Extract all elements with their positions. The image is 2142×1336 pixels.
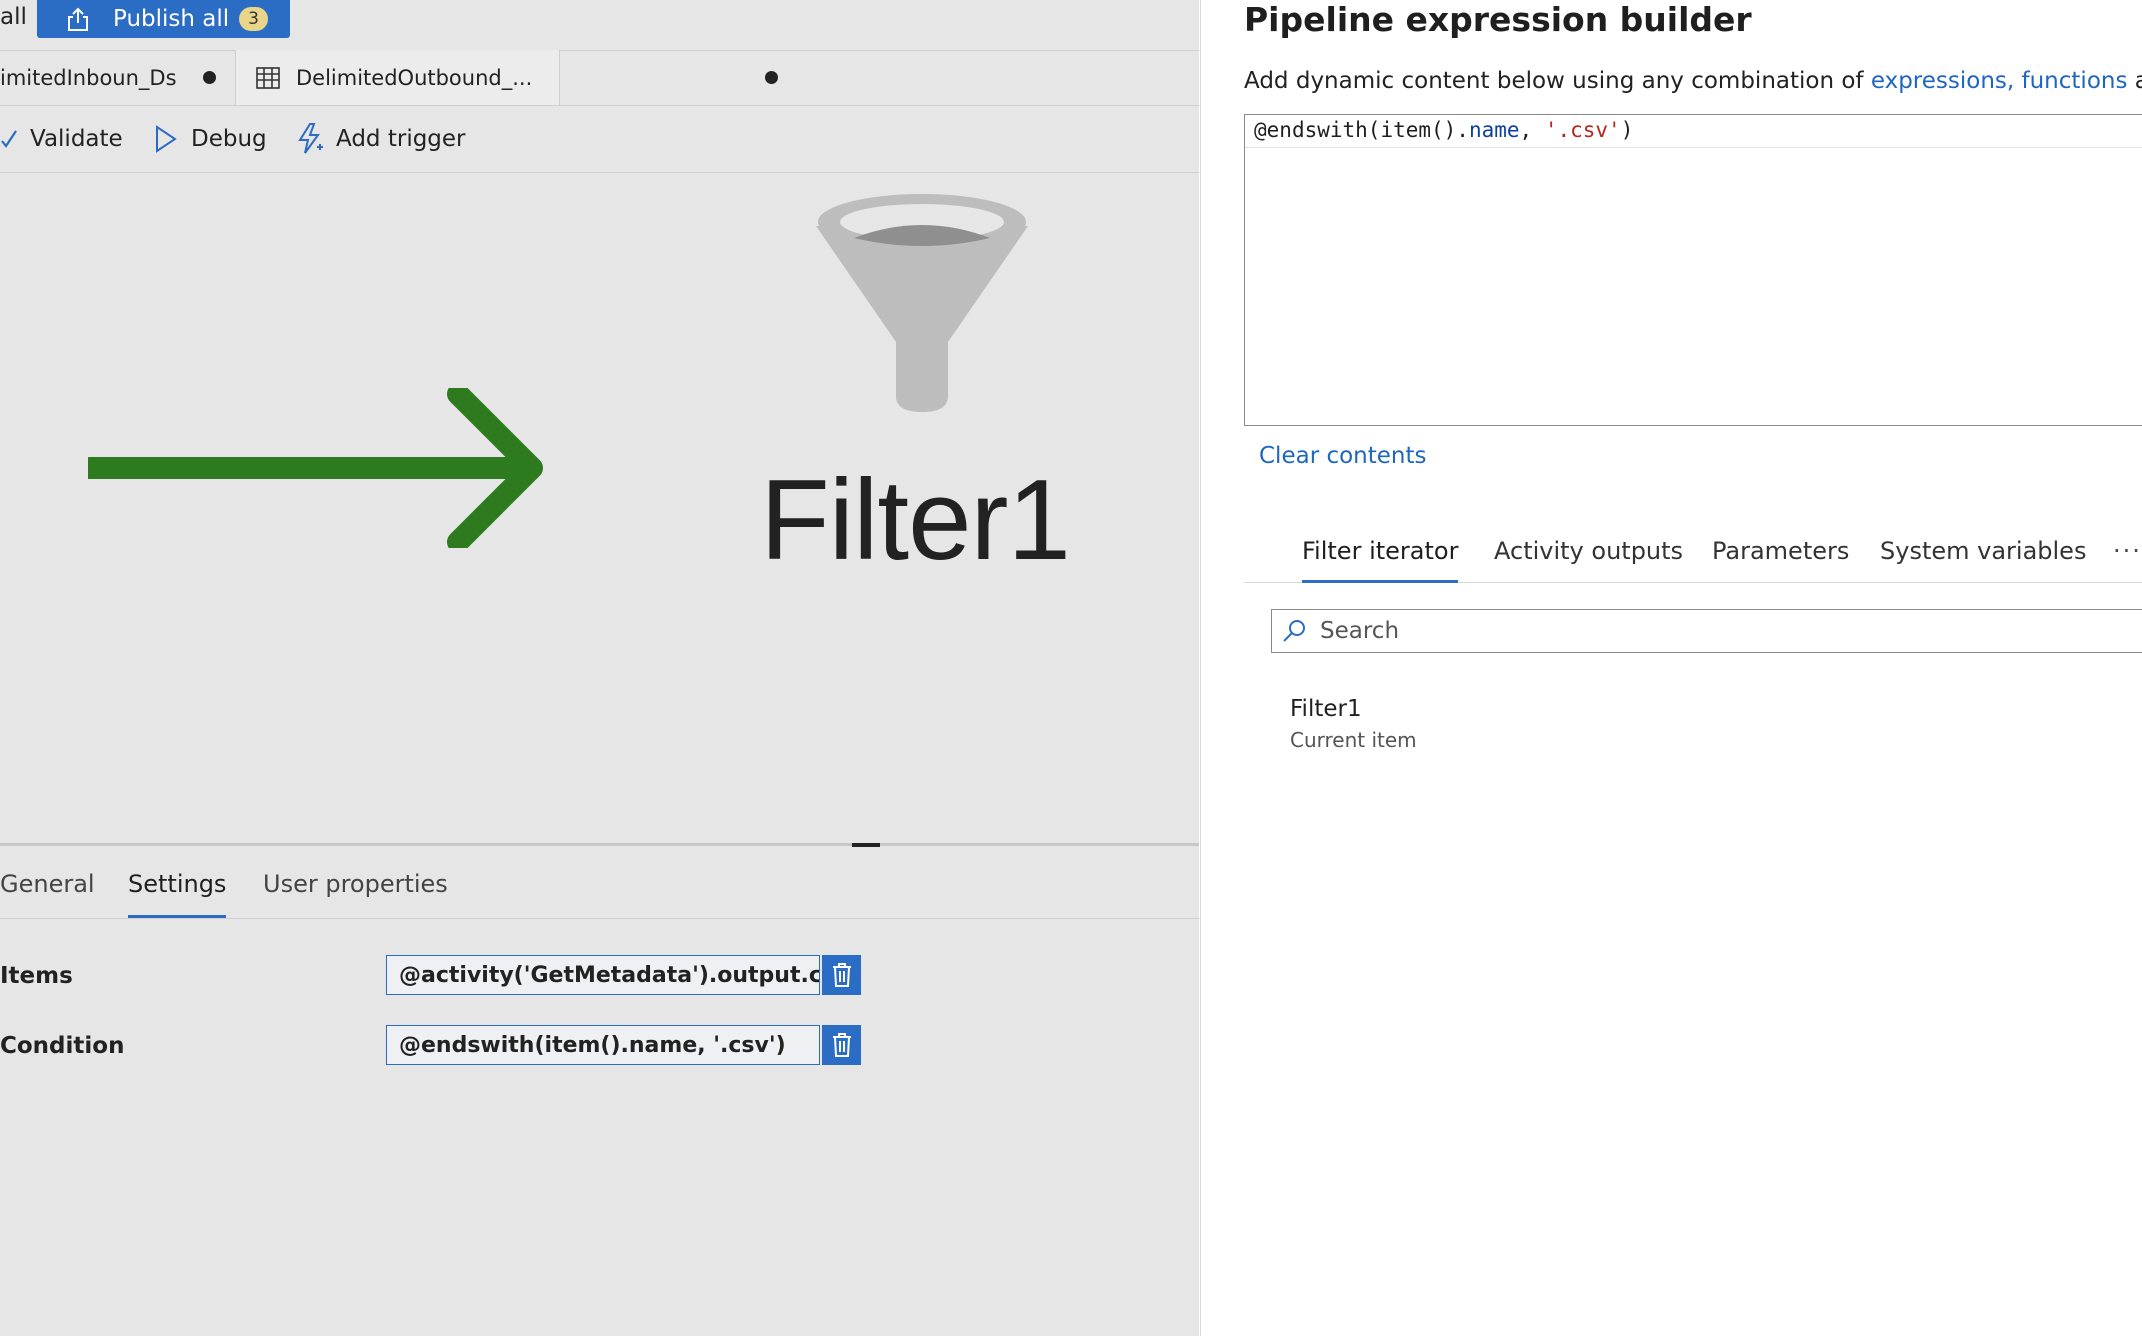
search-box[interactable]	[1271, 609, 2142, 653]
publish-all-button[interactable]: Publish all 3	[37, 0, 290, 38]
top-command-bar: all Publish all 3	[0, 0, 1199, 51]
panel-title: Pipeline expression builder	[1244, 0, 1752, 39]
expression-source-tabs: Filter iterator Activity outputs Paramet…	[1244, 520, 2142, 583]
tab-user-properties[interactable]: User properties	[263, 850, 448, 918]
tab-activity-outputs[interactable]: Activity outputs	[1494, 520, 1683, 582]
tab-label: DelimitedOutbound_...	[296, 65, 533, 90]
description-and: and	[2127, 68, 2142, 94]
validate-button[interactable]: Validate	[0, 106, 123, 172]
pending-changes-badge: 3	[239, 7, 268, 31]
tab-settings[interactable]: Settings	[128, 850, 227, 918]
unsaved-dot-icon	[203, 71, 216, 84]
result-title: Filter1	[1290, 696, 1362, 722]
add-trigger-button[interactable]: Add trigger	[296, 106, 466, 172]
result-subtitle: Current item	[1290, 728, 1417, 752]
code-function: endswith(item().	[1266, 118, 1469, 142]
code-string: '.csv'	[1544, 118, 1621, 142]
lightning-plus-icon	[296, 123, 324, 155]
code-property: name	[1468, 118, 1520, 142]
tab-parameters[interactable]: Parameters	[1712, 520, 1849, 582]
tab-delimited-outbound[interactable]: DelimitedOutbound_...	[236, 50, 778, 105]
expression-builder-panel: Pipeline expression builder Add dynamic …	[1200, 0, 2142, 1336]
code-separator: ,	[1519, 118, 1545, 142]
clear-contents-link[interactable]: Clear contents	[1259, 443, 1427, 469]
description-text: Add dynamic content below using any comb…	[1244, 68, 1871, 94]
filter-activity-funnel-icon[interactable]	[812, 192, 1032, 414]
add-trigger-label: Add trigger	[336, 126, 466, 152]
validate-label: Validate	[30, 126, 123, 152]
code-at: @	[1254, 118, 1267, 142]
search-input[interactable]	[1318, 617, 2102, 645]
dataset-table-icon	[256, 66, 280, 89]
trash-icon	[832, 1033, 851, 1057]
debug-label: Debug	[191, 126, 267, 152]
tab-filter-iterator[interactable]: Filter iterator	[1302, 520, 1459, 583]
tab-system-variables[interactable]: System variables	[1880, 520, 2086, 582]
splitter-grip-icon[interactable]	[852, 843, 880, 847]
condition-expression-field[interactable]: @endswith(item().name, '.csv')	[386, 1025, 820, 1065]
activity-properties-tabs: General Settings User properties	[0, 850, 1199, 919]
pipeline-toolbar: Validate Debug Add trigger	[0, 106, 1199, 173]
list-item[interactable]: Filter1 Current item	[1290, 696, 1417, 752]
activity-name[interactable]: Filter1	[760, 455, 1071, 586]
items-clear-button[interactable]	[822, 955, 861, 995]
tab-delimited-inbound-ds[interactable]: imitedInboun_Ds	[0, 50, 236, 105]
debug-button[interactable]: Debug	[153, 106, 267, 172]
discard-all-partial-label[interactable]: all	[0, 4, 27, 30]
items-label: Items	[0, 963, 73, 989]
tab-general[interactable]: General	[0, 850, 95, 918]
publish-all-label: Publish all	[113, 6, 230, 32]
trash-icon	[832, 963, 851, 987]
search-icon	[1282, 619, 1306, 643]
items-expression-field[interactable]: @activity('GetMetadata').output.chil...	[386, 955, 820, 995]
document-tabs: imitedInboun_Ds DelimitedOutbound_...	[0, 50, 1199, 106]
condition-clear-button[interactable]	[822, 1025, 861, 1065]
code-close: )	[1620, 118, 1634, 142]
pipeline-editor: all Publish all 3 imitedInboun_Ds Delimi…	[0, 0, 1199, 1336]
panel-description: Add dynamic content below using any comb…	[1244, 68, 2142, 94]
expression-code: @endswith(item().name, '.csv')	[1254, 118, 1633, 142]
tab-label: imitedInboun_Ds	[0, 65, 177, 90]
publish-icon	[65, 6, 91, 32]
expression-editor[interactable]: @endswith(item().name, '.csv')	[1244, 114, 2142, 426]
play-icon	[153, 125, 179, 153]
condition-label: Condition	[0, 1033, 125, 1059]
checkmark-icon	[0, 129, 18, 149]
success-arrow-icon	[88, 388, 543, 548]
more-tabs-button[interactable]: ···	[2113, 520, 2142, 582]
expressions-functions-link[interactable]: expressions, functions	[1871, 68, 2128, 94]
unsaved-dot-icon	[765, 71, 778, 84]
panel-splitter[interactable]	[0, 843, 1199, 846]
